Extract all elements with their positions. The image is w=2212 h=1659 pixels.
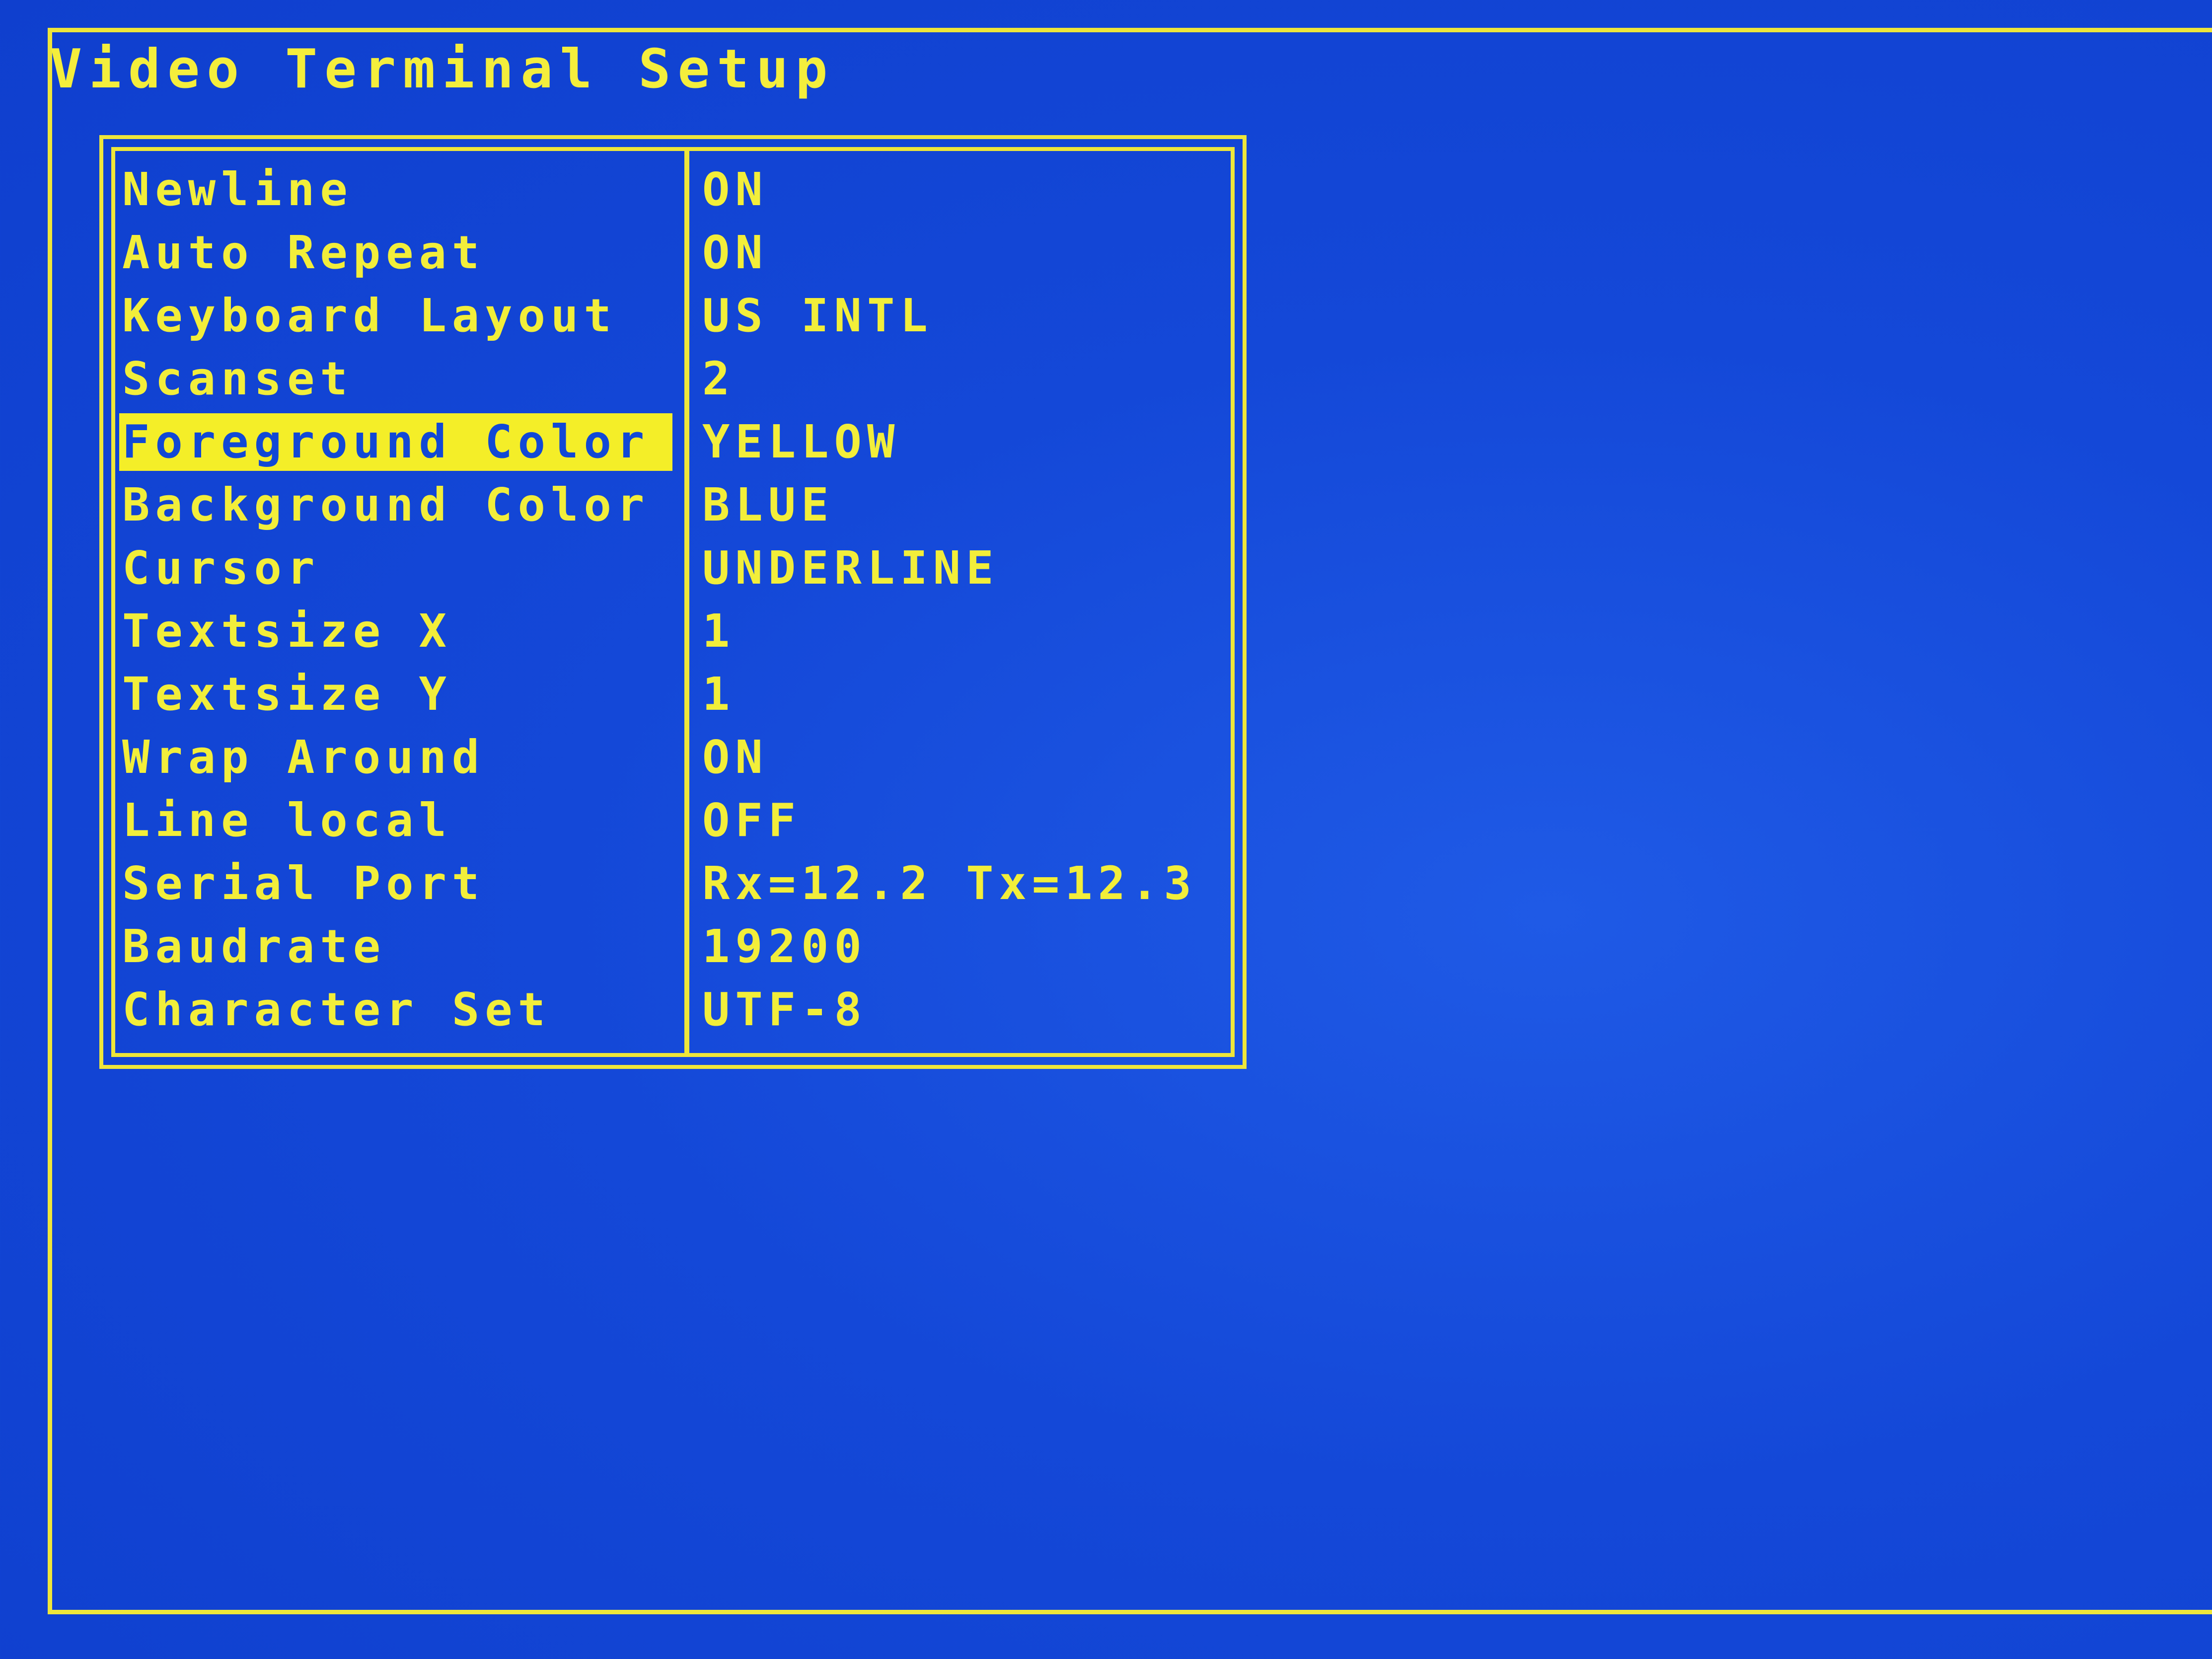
- setting-row-textsize-y[interactable]: Textsize Y 1: [115, 663, 1231, 726]
- setting-label: Foreground Color: [119, 413, 672, 471]
- setting-value: ON: [702, 730, 768, 784]
- setting-row-newline[interactable]: Newline ON: [115, 158, 1231, 221]
- setting-value: ON: [702, 226, 768, 279]
- setting-value: 19200: [702, 919, 867, 973]
- setting-label: Line local: [122, 793, 452, 847]
- setting-value: UTF-8: [702, 982, 867, 1036]
- setting-label: Scanset: [122, 352, 353, 405]
- setting-row-scanset[interactable]: Scanset 2: [115, 347, 1231, 410]
- setting-row-auto-repeat[interactable]: Auto Repeat ON: [115, 221, 1231, 284]
- setting-value: ON: [702, 162, 768, 216]
- setting-row-serial-port[interactable]: Serial Port Rx=12.2 Tx=12.3: [115, 852, 1231, 915]
- setting-row-wrap-around[interactable]: Wrap Around ON: [115, 726, 1231, 789]
- setting-value: OFF: [702, 793, 802, 847]
- setting-value: YELLOW: [702, 415, 900, 468]
- setting-value: UNDERLINE: [702, 541, 999, 595]
- setting-label: Character Set: [122, 982, 551, 1036]
- setting-value: 2: [702, 352, 736, 405]
- setting-value: Rx=12.2 Tx=12.3: [702, 856, 1197, 910]
- settings-table: Newline ON Auto Repeat ON Keyboard Layou…: [115, 158, 1231, 1041]
- setting-row-baudrate[interactable]: Baudrate 19200: [115, 915, 1231, 978]
- setting-label: Serial Port: [122, 856, 485, 910]
- setting-label: Newline: [122, 162, 353, 216]
- screen-title: Video Terminal Setup: [50, 38, 835, 100]
- setting-value: US INTL: [702, 289, 933, 342]
- setting-label: Wrap Around: [122, 730, 485, 784]
- setting-label: Textsize Y: [122, 667, 452, 721]
- settings-panel: Newline ON Auto Repeat ON Keyboard Layou…: [99, 135, 1247, 1069]
- setting-row-keyboard-layout[interactable]: Keyboard Layout US INTL: [115, 284, 1231, 347]
- setting-label: Auto Repeat: [122, 226, 485, 279]
- setting-label: Cursor: [122, 541, 320, 595]
- setting-value: 1: [702, 604, 736, 658]
- setting-label: Background Color: [122, 478, 650, 531]
- setting-row-cursor[interactable]: Cursor UNDERLINE: [115, 536, 1231, 600]
- setting-label: Keyboard Layout: [122, 289, 617, 342]
- setting-row-character-set[interactable]: Character Set UTF-8: [115, 978, 1231, 1041]
- setting-value: 1: [702, 667, 736, 721]
- setting-row-line-local[interactable]: Line local OFF: [115, 789, 1231, 852]
- setting-row-textsize-x[interactable]: Textsize X 1: [115, 600, 1231, 663]
- setting-row-foreground-color[interactable]: Foreground Color YELLOW: [115, 410, 1231, 473]
- setting-label: Textsize X: [122, 604, 452, 658]
- setting-label: Baudrate: [122, 919, 386, 973]
- setting-value: BLUE: [702, 478, 834, 531]
- setting-row-background-color[interactable]: Background Color BLUE: [115, 473, 1231, 536]
- settings-panel-inner: Newline ON Auto Repeat ON Keyboard Layou…: [111, 147, 1235, 1057]
